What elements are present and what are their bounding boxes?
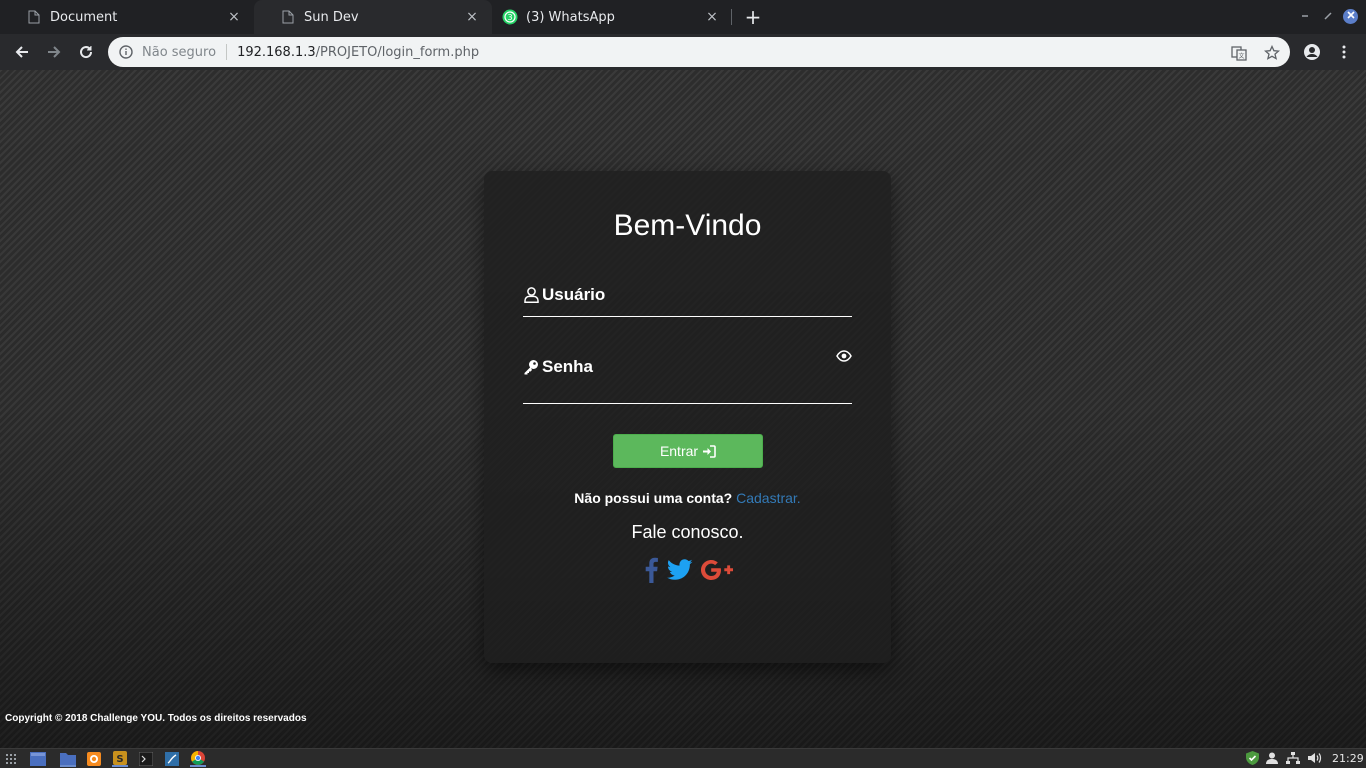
- document-icon: [26, 9, 42, 25]
- signup-link[interactable]: Cadastrar.: [736, 490, 801, 506]
- contact-title: Fale conosco.: [631, 522, 744, 542]
- profile-button[interactable]: [1300, 40, 1324, 64]
- copyright-text: Copyright © 2018 Challenge YOU. Todos os…: [5, 713, 307, 724]
- new-tab-button[interactable]: +: [742, 6, 764, 28]
- clock[interactable]: 21:29: [1332, 752, 1364, 765]
- tab-whatsapp[interactable]: 3 (3) WhatsApp ×: [492, 0, 732, 34]
- file-manager-icon[interactable]: [60, 751, 76, 767]
- login-card: Bem-Vindo Usuário Senha Entrar Não possu…: [484, 171, 891, 663]
- address-bar[interactable]: Não seguro 192.168.1.3/PROJETO/login_for…: [108, 37, 1290, 67]
- tab-title: Sun Dev: [304, 9, 359, 25]
- firefox-icon[interactable]: [86, 751, 102, 767]
- tab-title: Document: [50, 9, 118, 25]
- network-icon[interactable]: [1286, 751, 1300, 765]
- minimize-icon[interactable]: [1297, 9, 1313, 25]
- signup-prompt: Não possui uma conta?: [574, 490, 733, 506]
- document-icon: [280, 9, 296, 25]
- page-background: Bem-Vindo Usuário Senha Entrar Não possu…: [0, 70, 1366, 748]
- sublime-text-icon[interactable]: S: [112, 751, 128, 767]
- shield-check-icon[interactable]: [1245, 751, 1259, 765]
- tab-close-icon[interactable]: ×: [226, 9, 242, 25]
- facebook-icon[interactable]: [643, 556, 659, 584]
- tab-close-icon[interactable]: ×: [464, 9, 480, 25]
- whatsapp-badge: 3: [507, 13, 512, 22]
- submit-button-label: Entrar: [659, 443, 699, 459]
- account-circle-icon: [1304, 44, 1320, 60]
- username-field[interactable]: Usuário: [523, 281, 852, 317]
- twitter-icon[interactable]: [666, 556, 693, 584]
- svg-text:文: 文: [1238, 52, 1244, 60]
- restore-icon[interactable]: [1320, 9, 1336, 25]
- reload-button[interactable]: [74, 40, 98, 64]
- app-menu-icon[interactable]: [3, 751, 19, 767]
- forward-button[interactable]: [42, 40, 66, 64]
- sign-in-icon: [702, 444, 716, 458]
- translate-icon[interactable]: 文: [1230, 44, 1248, 62]
- user-tray-icon[interactable]: [1265, 751, 1279, 765]
- back-button[interactable]: [10, 40, 34, 64]
- google-plus-icon[interactable]: [700, 556, 733, 584]
- password-input[interactable]: [523, 343, 852, 403]
- url-path: /PROJETO/login_form.php: [315, 44, 480, 60]
- chrome-icon[interactable]: [190, 751, 206, 767]
- tab-document[interactable]: Document ×: [0, 0, 254, 34]
- omnibox-divider: [226, 44, 228, 60]
- reload-icon: [80, 46, 93, 59]
- browser-toolbar: Não seguro 192.168.1.3/PROJETO/login_for…: [0, 34, 1366, 70]
- tab-title: (3) WhatsApp: [526, 9, 615, 25]
- password-field[interactable]: Senha: [523, 343, 852, 404]
- eye-icon[interactable]: [836, 348, 852, 364]
- volume-icon[interactable]: [1308, 751, 1322, 765]
- mysql-workbench-icon[interactable]: [164, 751, 180, 767]
- username-input[interactable]: [523, 281, 852, 316]
- more-vertical-icon: [1342, 45, 1346, 59]
- arrow-left-icon: [15, 46, 28, 58]
- tab-sun-dev[interactable]: Sun Dev ×: [254, 0, 492, 34]
- info-icon[interactable]: [118, 44, 134, 60]
- menu-button[interactable]: [1332, 40, 1356, 64]
- svg-text:S: S: [116, 754, 123, 765]
- tab-close-icon[interactable]: ×: [704, 9, 720, 25]
- social-links: [484, 556, 891, 584]
- signup-line: Não possui uma conta? Cadastrar.: [484, 490, 891, 506]
- url-host: 192.168.1.3: [237, 44, 316, 60]
- page-title: Bem-Vindo: [613, 209, 762, 242]
- submit-button[interactable]: Entrar: [613, 434, 763, 468]
- os-taskbar: S 21:29: [0, 748, 1366, 768]
- tab-strip: Document × Sun Dev × 3 (3) WhatsApp × +: [0, 0, 1366, 34]
- window-close-button[interactable]: [1343, 9, 1358, 24]
- tab-separator: [731, 9, 732, 25]
- security-label[interactable]: Não seguro: [142, 45, 216, 60]
- show-desktop-icon[interactable]: [30, 751, 46, 767]
- arrow-right-icon: [48, 46, 61, 58]
- bookmark-star-icon[interactable]: [1263, 44, 1281, 62]
- whatsapp-icon: 3: [502, 9, 518, 25]
- terminal-icon[interactable]: [138, 751, 154, 767]
